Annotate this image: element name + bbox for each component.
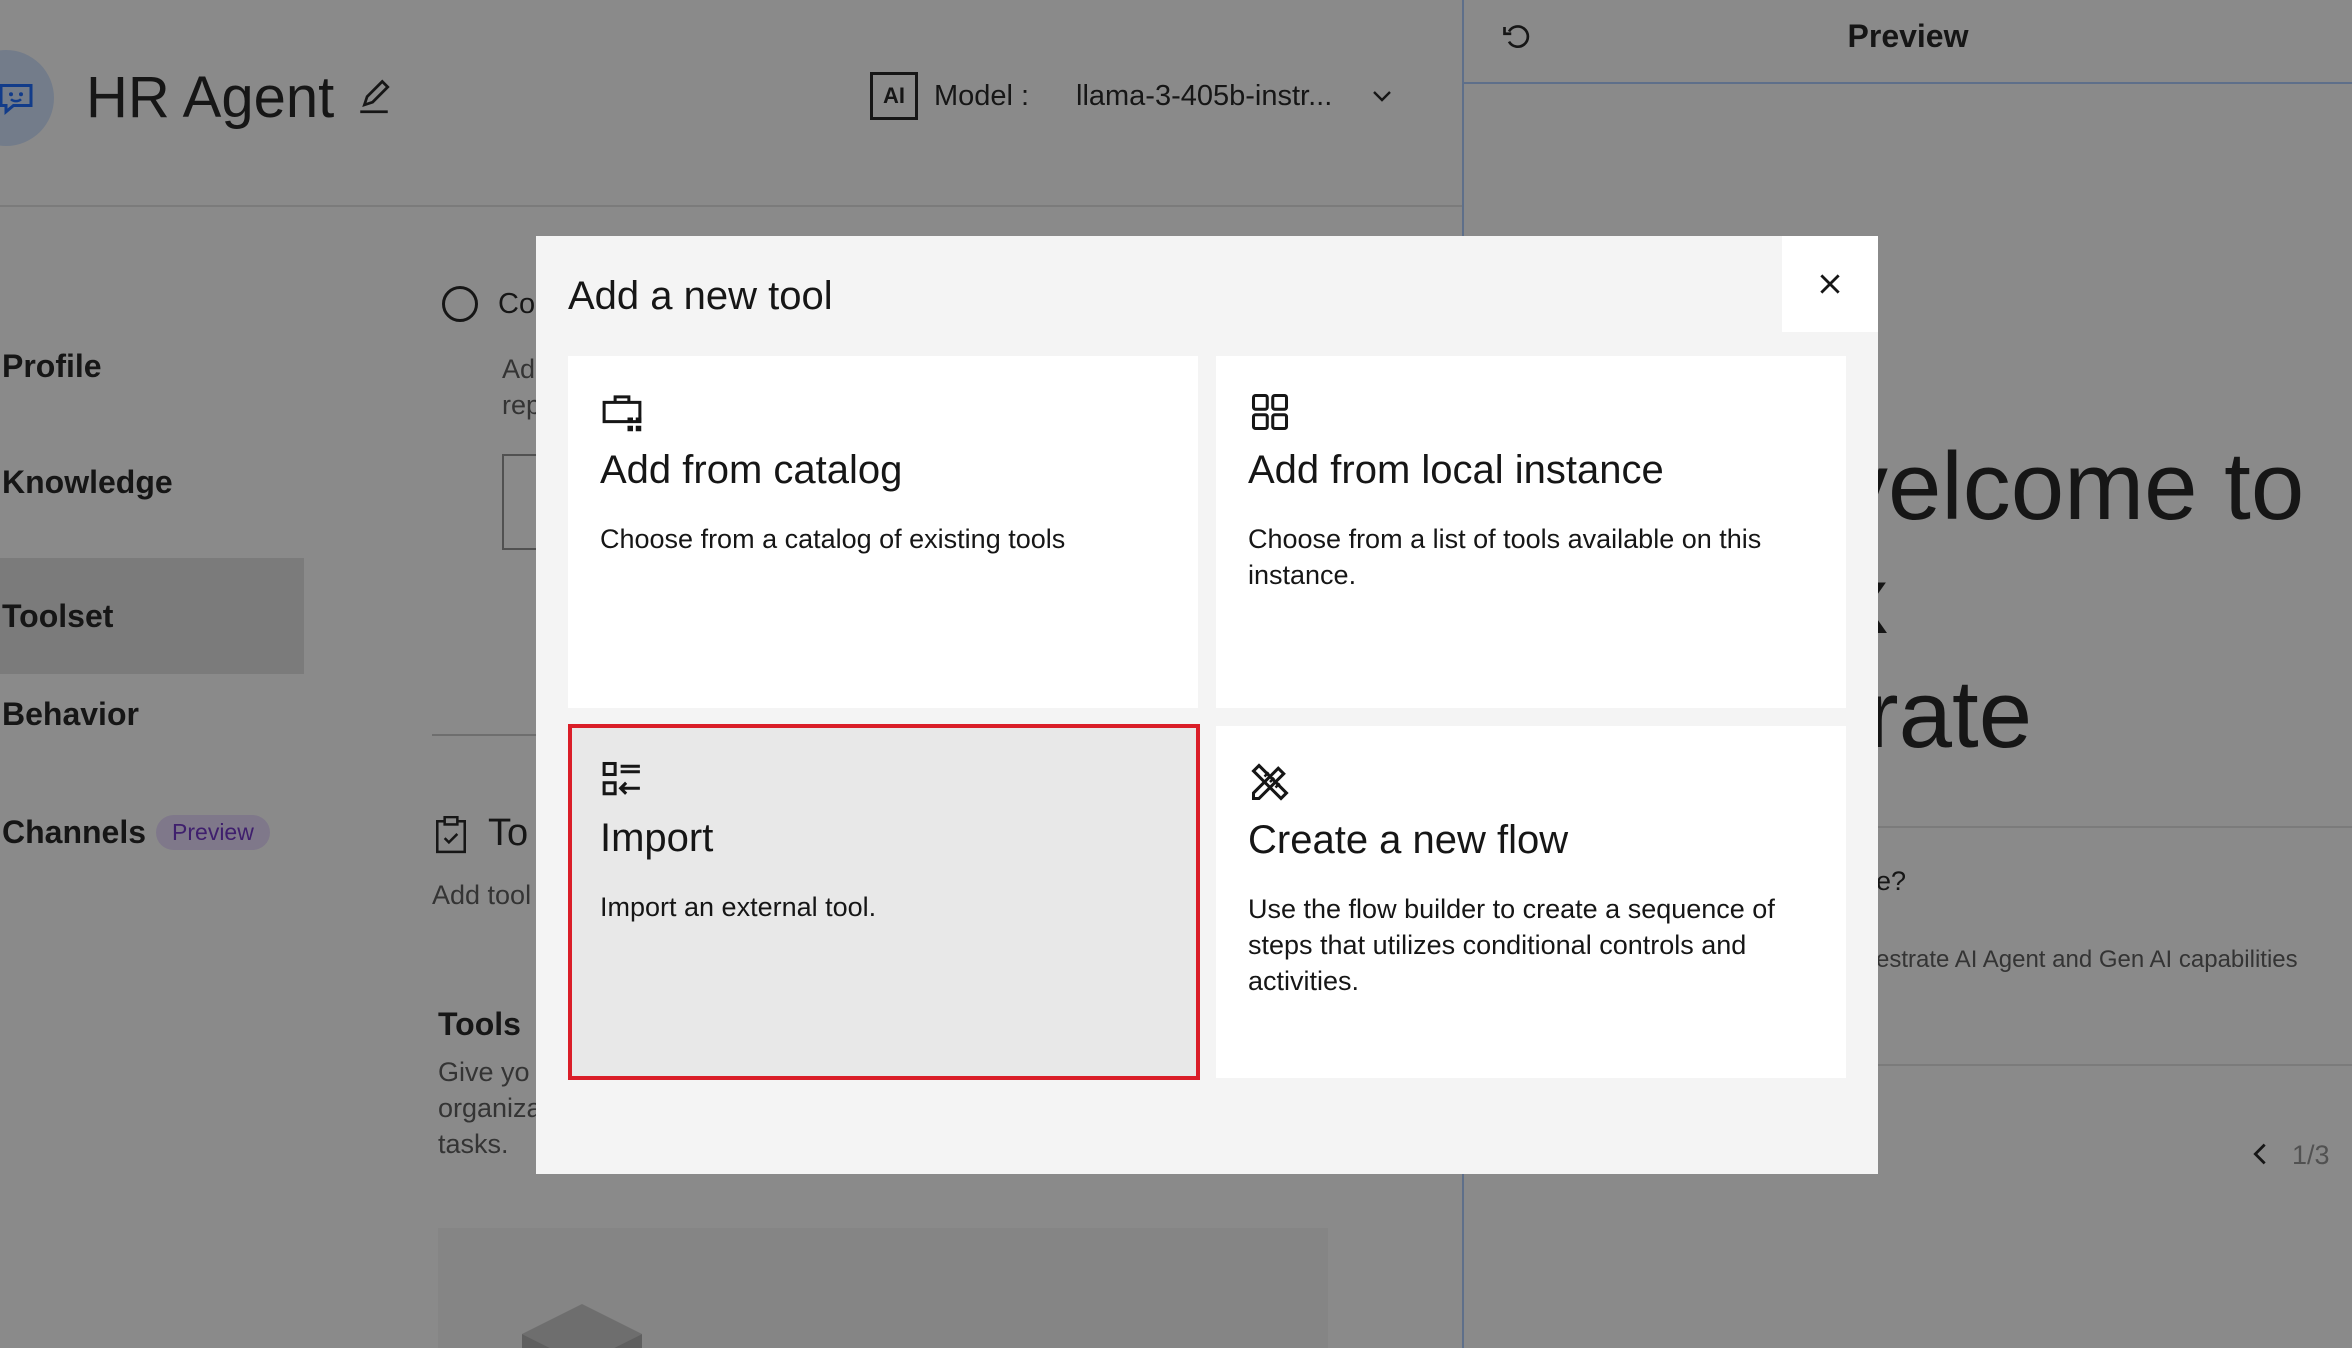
- tile-title: Import: [600, 816, 714, 860]
- create-new-flow-tile[interactable]: Create a new flow Use the flow builder t…: [1216, 726, 1846, 1078]
- tile-title: Add from local instance: [1248, 448, 1664, 492]
- tile-description: Choose from a catalog of existing tools: [600, 524, 1066, 554]
- tile-title: Create a new flow: [1248, 818, 1569, 862]
- add-from-local-instance-tile[interactable]: Add from local instance Choose from a li…: [1216, 356, 1846, 708]
- import-icon: [602, 761, 640, 796]
- catalog-icon: [602, 395, 642, 432]
- close-icon: [1820, 274, 1840, 294]
- add-from-catalog-tile[interactable]: Add from catalog Choose from a catalog o…: [568, 356, 1198, 708]
- tile-description: Choose from a list of tools available on…: [1248, 524, 1762, 590]
- tile-description: Import an external tool.: [600, 892, 877, 922]
- modal-title: Add a new tool: [568, 274, 833, 318]
- close-button[interactable]: [1782, 236, 1878, 332]
- tile-description: Use the flow builder to create a sequenc…: [1248, 894, 1775, 996]
- tile-title: Add from catalog: [600, 448, 903, 492]
- grid-icon: [1251, 393, 1289, 431]
- flow-tools-icon: [1251, 763, 1289, 801]
- add-tool-modal: Add a new tool Add from catalog Choose f…: [536, 236, 1878, 1174]
- import-tile[interactable]: Import Import an external tool.: [568, 724, 1200, 1080]
